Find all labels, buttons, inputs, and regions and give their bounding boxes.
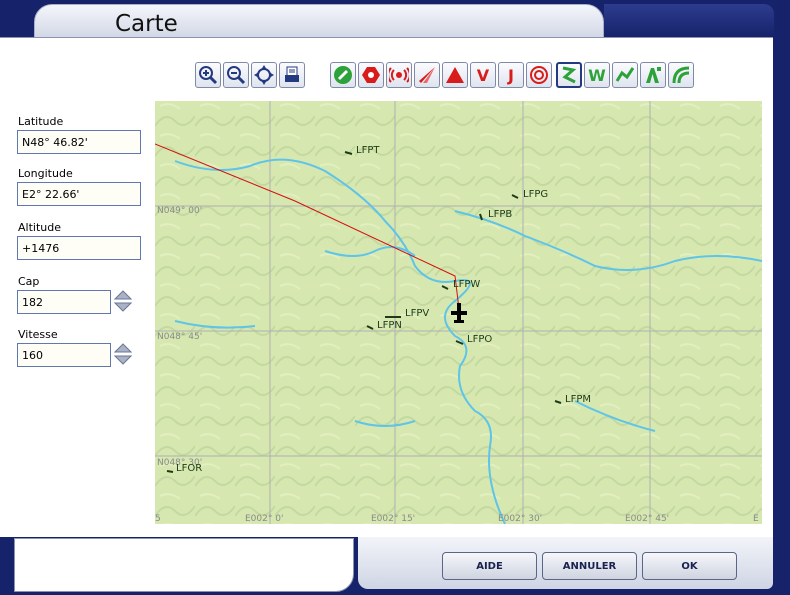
lat-label: N049° 00' <box>157 206 202 216</box>
window-title: Carte <box>115 11 178 37</box>
ok-button[interactable]: OK <box>642 552 737 580</box>
longitude-field[interactable]: E2° 22.66' <box>17 182 141 206</box>
terrain-icon <box>672 66 690 84</box>
title-tab: Carte <box>34 4 604 38</box>
airspace-filter-icon <box>530 66 548 84</box>
victor-airways-icon: V <box>476 65 490 85</box>
altitude-label: Altitude <box>18 221 61 234</box>
jet-airways-button[interactable]: J <box>498 62 524 88</box>
cap-label: Cap <box>18 275 40 288</box>
victor-airways-button[interactable]: V <box>470 62 496 88</box>
airport-filter-button[interactable] <box>330 62 356 88</box>
center-aircraft-button[interactable] <box>251 62 277 88</box>
lon-label: E <box>753 514 759 524</box>
print-icon <box>285 66 299 82</box>
airport-filter-icon <box>334 66 352 84</box>
help-button[interactable]: AIDE <box>442 552 537 580</box>
zoom-in-icon <box>199 66 218 85</box>
center-aircraft-icon <box>254 65 274 85</box>
title-bar-accent <box>604 4 774 37</box>
map-dialog-window: Carte V J W Latitude N48° 46.82' Longitu… <box>0 0 790 595</box>
lon-label: E002° 45' <box>625 514 669 524</box>
longitude-label: Longitude <box>18 167 73 180</box>
weather-icon: W <box>588 65 606 85</box>
lon-label: E002° 15' <box>371 514 415 524</box>
svg-text:LFPB: LFPB <box>488 209 512 220</box>
flight-path-button[interactable] <box>556 62 582 88</box>
weather-button[interactable]: W <box>584 62 610 88</box>
flight-path-icon <box>562 66 577 84</box>
svg-text:LFPO: LFPO <box>467 334 492 345</box>
svg-text:LFPV: LFPV <box>405 308 429 319</box>
svg-text:LFPM: LFPM <box>565 394 591 405</box>
text-labels-button[interactable] <box>640 62 666 88</box>
high-low-airways-icon <box>615 67 635 82</box>
print-button[interactable] <box>279 62 305 88</box>
altitude-field[interactable]: +1476 <box>17 236 141 260</box>
vitesse-spinner[interactable] <box>114 343 132 365</box>
svg-text:LFPN: LFPN <box>377 320 402 331</box>
lat-label: N048° 45' <box>157 332 202 342</box>
status-panel <box>14 538 354 592</box>
airspace-filter-button[interactable] <box>526 62 552 88</box>
lon-label: E002° 30' <box>498 514 542 524</box>
intersection-filter-button[interactable] <box>442 62 468 88</box>
latitude-field[interactable]: N48° 46.82' <box>17 130 141 154</box>
ndb-filter-button[interactable] <box>386 62 412 88</box>
zoom-out-button[interactable] <box>223 62 249 88</box>
cancel-button[interactable]: ANNULER <box>542 552 637 580</box>
svg-text:LFOR: LFOR <box>176 463 202 474</box>
text-labels-icon <box>646 67 661 83</box>
high-low-airways-button[interactable] <box>612 62 638 88</box>
lon-label: 5 <box>155 514 161 524</box>
ndb-filter-icon <box>389 67 409 83</box>
latitude-label: Latitude <box>18 115 64 128</box>
ils-filter-button[interactable] <box>414 62 440 88</box>
vitesse-field[interactable]: 160 <box>17 343 111 367</box>
svg-text:LFPW: LFPW <box>453 279 480 290</box>
filter-toolbar: V J W <box>330 62 694 90</box>
cap-spinner[interactable] <box>114 290 132 312</box>
vor-filter-button[interactable] <box>358 62 384 88</box>
view-toolbar <box>195 62 305 90</box>
svg-text:LFPG: LFPG <box>523 189 548 200</box>
zoom-in-button[interactable] <box>195 62 221 88</box>
ils-filter-icon <box>419 67 435 83</box>
map-canvas: N049° 00' N048° 45' N048° 30' 5 E002° 0'… <box>155 101 762 524</box>
lon-label: E002° 0' <box>245 514 283 524</box>
window-right-edge <box>773 37 790 595</box>
zoom-out-icon <box>227 66 246 85</box>
cap-field[interactable]: 182 <box>17 290 111 314</box>
vor-filter-icon <box>362 67 380 83</box>
svg-text:LFPT: LFPT <box>356 145 380 156</box>
map-view[interactable]: N049° 00' N048° 45' N048° 30' 5 E002° 0'… <box>155 101 762 524</box>
vitesse-label: Vitesse <box>18 328 58 341</box>
terrain-button[interactable] <box>668 62 694 88</box>
intersection-filter-icon <box>446 67 464 83</box>
jet-airways-icon: J <box>508 65 514 85</box>
